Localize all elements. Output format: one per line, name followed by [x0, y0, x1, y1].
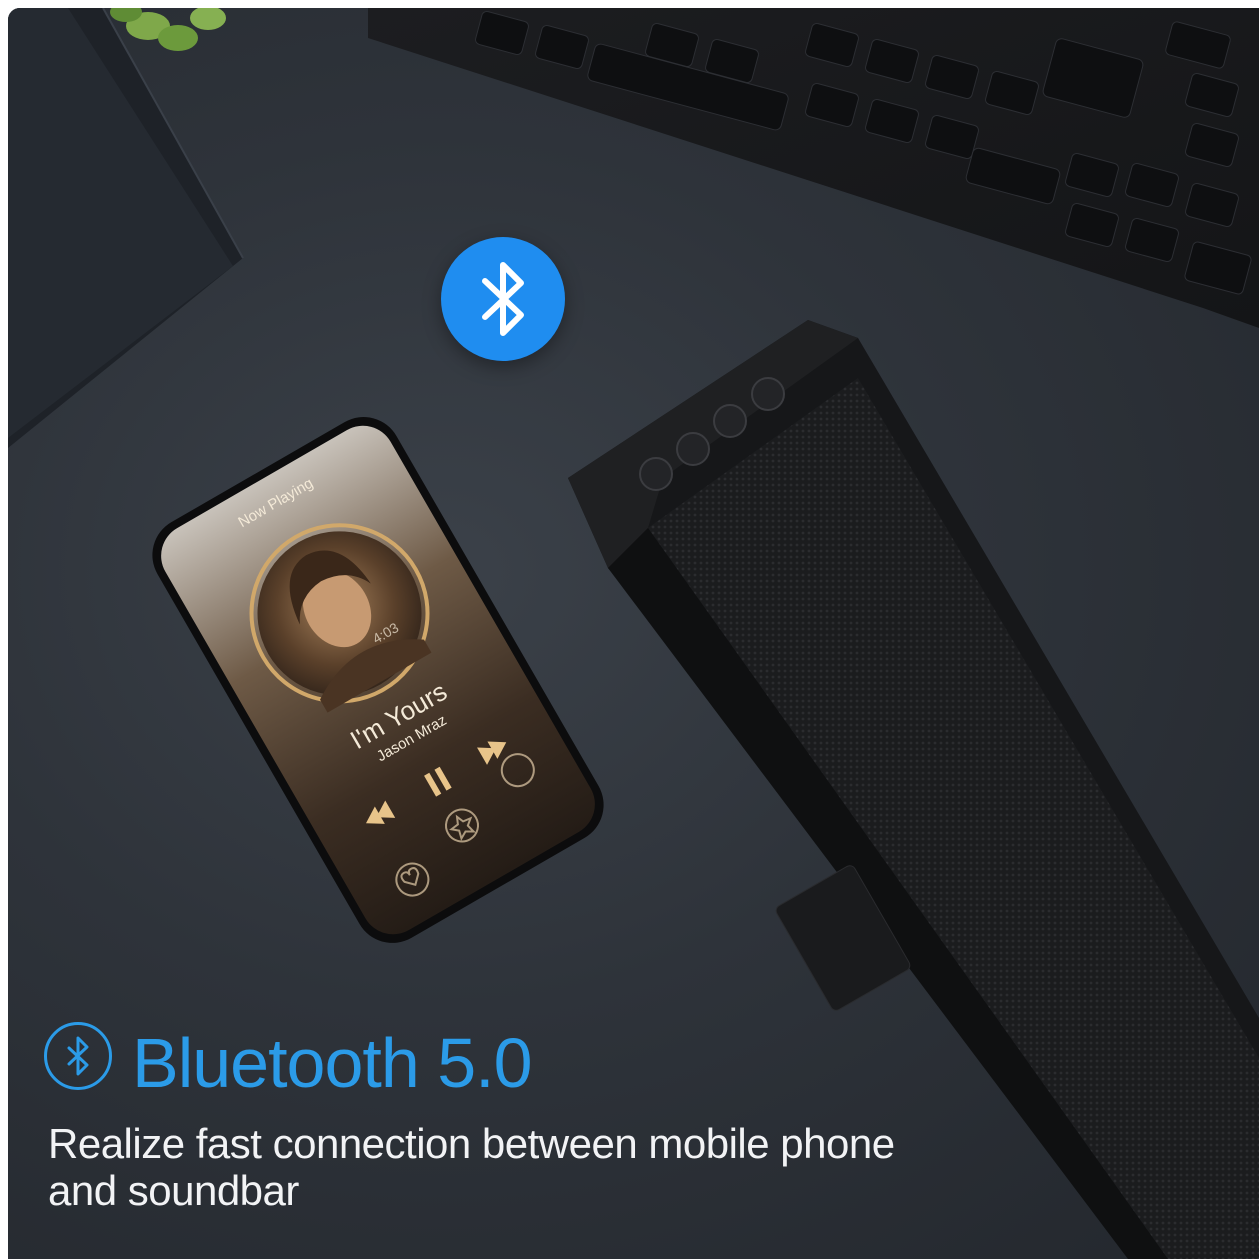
notebook [8, 8, 244, 448]
headline: Bluetooth 5.0 [132, 1024, 533, 1102]
subheadline: Realize fast connection between mobile p… [48, 1120, 895, 1214]
soundbar [568, 320, 1259, 1259]
smartphone [152, 417, 604, 943]
product-scene: Now Playing 4:03 I'm Yours Jason Mraz Bl… [8, 8, 1259, 1259]
bluetooth-badge-icon [441, 237, 565, 361]
plant [110, 8, 226, 51]
bluetooth-ring-icon [44, 1022, 112, 1090]
